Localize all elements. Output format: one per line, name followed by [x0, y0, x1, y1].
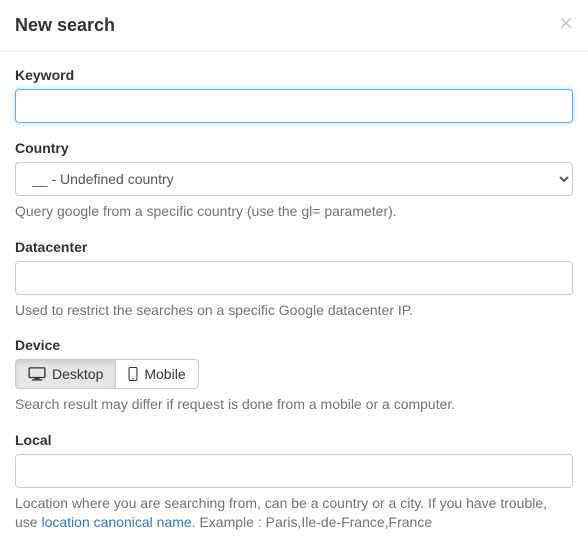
mobile-icon — [128, 367, 138, 381]
datacenter-help-text: Used to restrict the searches on a speci… — [15, 301, 573, 321]
datacenter-input[interactable] — [15, 261, 573, 295]
datacenter-group: Datacenter Used to restrict the searches… — [15, 239, 573, 321]
datacenter-label: Datacenter — [15, 239, 573, 255]
keyword-label: Keyword — [15, 67, 573, 83]
device-button-group: Desktop Mobile — [15, 359, 199, 389]
device-desktop-label: Desktop — [52, 366, 103, 382]
close-button[interactable]: × — [559, 12, 573, 36]
local-input[interactable] — [15, 454, 573, 488]
keyword-group: Keyword — [15, 67, 573, 123]
device-desktop-button[interactable]: Desktop — [15, 359, 116, 389]
country-select[interactable]: __ - Undefined country — [15, 162, 573, 196]
local-group: Local Location where you are searching f… — [15, 432, 573, 533]
device-mobile-button[interactable]: Mobile — [116, 359, 198, 389]
modal-body: Keyword Country __ - Undefined country Q… — [0, 52, 588, 548]
keyword-input[interactable] — [15, 89, 573, 123]
device-label: Device — [15, 337, 573, 353]
country-label: Country — [15, 140, 573, 156]
device-group: Device Desktop Mobile Search result may … — [15, 337, 573, 415]
close-icon: × — [559, 10, 573, 37]
modal-header: New search × — [0, 0, 588, 52]
country-help-text: Query google from a specific country (us… — [15, 202, 573, 222]
local-help-suffix: . Example : Paris,Ile-de-France,France — [192, 514, 432, 530]
device-help-text: Search result may differ if request is d… — [15, 395, 573, 415]
country-group: Country __ - Undefined country Query goo… — [15, 140, 573, 222]
local-help-text: Location where you are searching from, c… — [15, 494, 573, 533]
modal-title: New search — [15, 15, 573, 36]
desktop-icon — [28, 367, 46, 381]
local-label: Local — [15, 432, 573, 448]
device-mobile-label: Mobile — [144, 366, 185, 382]
local-help-link[interactable]: location canonical name — [41, 514, 191, 530]
